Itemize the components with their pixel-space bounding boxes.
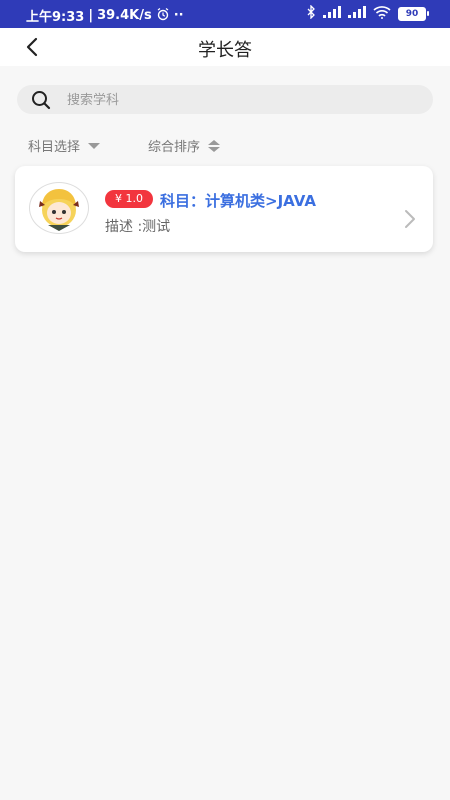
chevron-right-icon <box>403 209 417 229</box>
status-bar: 上午9:33 | 39.4K/s ·· 90 <box>0 0 450 28</box>
battery-level: 90 <box>405 9 419 19</box>
subject-filter-dropdown[interactable]: 科目选择 <box>28 136 101 155</box>
search-input[interactable] <box>65 85 419 116</box>
status-network-speed: 39.4K/s <box>97 8 152 23</box>
bluetooth-icon <box>307 4 316 23</box>
battery-icon: 90 <box>398 7 429 21</box>
sort-arrows-icon <box>208 139 221 152</box>
search-bar[interactable] <box>17 85 433 116</box>
item-description: 描述 :测试 <box>105 219 171 235</box>
search-icon <box>31 90 51 110</box>
alarm-icon <box>156 7 170 25</box>
caret-down-icon <box>88 142 101 149</box>
sort-label: 综合排序 <box>148 140 201 155</box>
status-time: 上午9:33 <box>26 10 85 25</box>
sort-dropdown[interactable]: 综合排序 <box>148 136 221 155</box>
price-badge: ¥ 1.0 <box>105 190 153 208</box>
wifi-icon <box>373 5 391 23</box>
filter-bar: 科目选择 综合排序 <box>0 134 450 156</box>
list-item[interactable]: ¥ 1.0 科目：计算机类>JAVA 描述 :测试 <box>15 166 433 252</box>
app-header: 学长答 <box>0 28 450 66</box>
signal-icon-1 <box>323 6 341 22</box>
page-title: 学长答 <box>198 40 252 61</box>
subject-title: 科目：计算机类>JAVA <box>160 192 316 210</box>
signal-icon-2 <box>348 6 366 22</box>
subject-filter-label: 科目选择 <box>28 140 81 155</box>
more-dots-icon: ·· <box>173 8 184 23</box>
status-separator: | <box>88 8 94 23</box>
avatar <box>29 182 89 234</box>
